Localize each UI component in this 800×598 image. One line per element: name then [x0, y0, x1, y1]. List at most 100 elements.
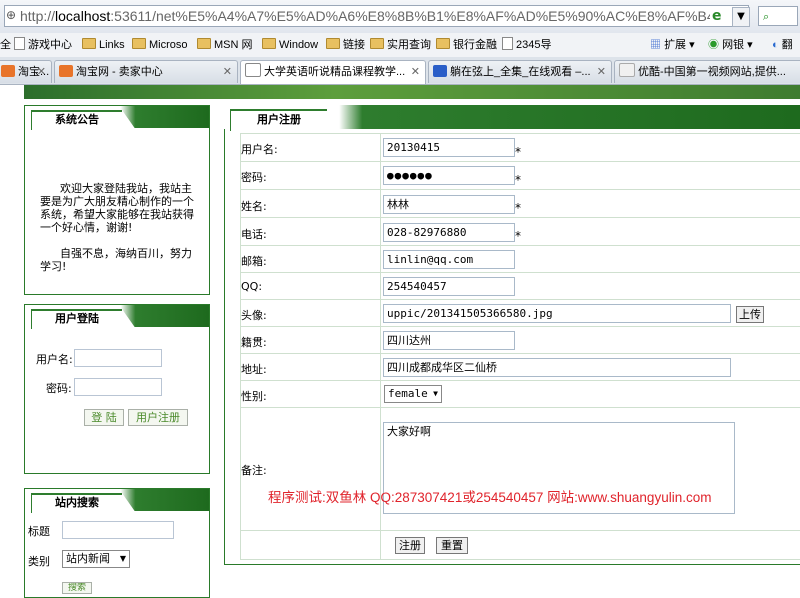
- tab-bar: 淘宝... ✕ 淘宝网 - 卖家中心 ✕ 大学英语听说精品课程教学... ✕ 躺在弦上…: [0, 57, 800, 85]
- table-row: [240, 353, 800, 354]
- bookmark-0[interactable]: 全: [0, 37, 11, 53]
- upload-button[interactable]: 上传: [736, 306, 764, 323]
- bookmark-links[interactable]: Links: [82, 37, 125, 53]
- page-icon: ⊕: [6, 8, 17, 22]
- required-mark: *: [515, 145, 521, 159]
- url-dropdown-icon[interactable]: ▼: [732, 7, 750, 27]
- search-engine-icon[interactable]: ⌕: [758, 6, 798, 26]
- search-title-input[interactable]: [62, 521, 174, 539]
- login-username-label: 用户名:: [36, 353, 73, 366]
- watermark-text: 程序测试:双鱼林 QQ:287307421或254540457 网站:www.s…: [268, 490, 712, 505]
- bookmark-game-center[interactable]: 游戏中心: [14, 37, 72, 53]
- table-row: [240, 161, 800, 162]
- table-row: [240, 530, 800, 531]
- taobao-icon: [59, 65, 73, 77]
- translate-button[interactable]: ◐ 翻: [772, 37, 793, 53]
- bookmark-query[interactable]: 实用查询: [370, 37, 431, 53]
- page-icon: [502, 37, 513, 50]
- notice-text-1: 欢迎大家登陆我站，我站主要是为广大朋友精心制作的一个系统，希望大家能够在我站获得…: [40, 182, 194, 234]
- close-icon[interactable]: ✕: [597, 61, 606, 83]
- url-text[interactable]: http://localhost:53611/net%E5%A4%A7%E5%A…: [20, 8, 710, 24]
- page-icon: [245, 63, 261, 77]
- table-row: [240, 559, 800, 560]
- folder-icon: [262, 38, 276, 49]
- bookmark-microso[interactable]: Microso: [132, 37, 188, 53]
- sohu-icon: [433, 65, 447, 77]
- table-row: [240, 326, 800, 327]
- required-mark: *: [515, 173, 521, 187]
- translate-icon: ◐: [772, 39, 779, 51]
- field-username-input[interactable]: 20130415: [383, 138, 515, 157]
- field-username-label: 用户名:: [241, 143, 278, 156]
- table-row: [240, 272, 800, 273]
- page-icon: [619, 63, 635, 77]
- table-row: [240, 407, 800, 408]
- field-email-label: 邮箱:: [241, 255, 267, 268]
- field-gender-select[interactable]: female ▼: [384, 385, 442, 403]
- chevron-down-icon: ▼: [433, 389, 438, 398]
- taobao-icon: [1, 65, 15, 77]
- bank-button[interactable]: ◉ 网银 ▾: [708, 37, 753, 53]
- shield-icon: ◉: [708, 39, 719, 51]
- bookmarks-bar: 全 游戏中心 Links Microso MSN 网 Window 链接 实用查…: [0, 33, 800, 58]
- submit-button[interactable]: 注册: [395, 537, 425, 554]
- field-hometown-label: 籍贯:: [241, 336, 267, 349]
- user-register-button[interactable]: 用户注册: [128, 409, 188, 426]
- close-icon[interactable]: ✕: [223, 61, 232, 83]
- table-row: [240, 133, 800, 134]
- login-button[interactable]: 登 陆: [84, 409, 124, 426]
- field-password-input[interactable]: ●●●●●●: [383, 166, 515, 185]
- field-hometown-input[interactable]: 四川达州: [383, 331, 515, 350]
- login-password-input[interactable]: [74, 378, 162, 396]
- folder-icon: [436, 38, 450, 49]
- login-password-label: 密码:: [46, 382, 72, 395]
- field-address-label: 地址:: [241, 363, 267, 376]
- close-icon[interactable]: ✕: [411, 61, 420, 83]
- search-title: 站内搜索: [31, 493, 136, 513]
- search-category-label: 类别: [28, 555, 50, 568]
- required-mark: *: [515, 201, 521, 215]
- extend-button[interactable]: ▦ 扩展 ▾: [650, 37, 695, 53]
- chevron-down-icon: ▼: [119, 554, 126, 563]
- field-address-input[interactable]: 四川成都成华区二仙桥: [383, 358, 731, 377]
- tab-taobao-small[interactable]: 淘宝... ✕: [0, 60, 52, 83]
- url-rest: :53611/net%E5%A4%A7%E5%AD%A6%E8%8B%B1%E8…: [110, 8, 710, 24]
- field-avatar-input[interactable]: uppic/201341505366580.jpg: [383, 304, 731, 323]
- folder-icon: [132, 38, 146, 49]
- url-prefix: http://: [20, 8, 56, 24]
- bookmark-links-cn[interactable]: 链接: [326, 37, 365, 53]
- table-row: [240, 299, 800, 300]
- bookmark-msn[interactable]: MSN 网: [197, 37, 253, 53]
- tab-youku[interactable]: 优酷-中国第一视频网站,提供...: [614, 60, 800, 83]
- bookmark-2345[interactable]: 2345导: [502, 37, 551, 53]
- tab-video[interactable]: 躺在弦上_全集_在线观看 –... ✕: [428, 60, 612, 83]
- search-button[interactable]: 搜索: [62, 582, 92, 594]
- page-icon: [14, 37, 25, 50]
- table-row: [240, 189, 800, 190]
- login-username-input[interactable]: [74, 349, 162, 367]
- table-row: [240, 380, 800, 381]
- field-avatar-label: 头像:: [241, 309, 267, 322]
- field-phone-input[interactable]: 028-82976880: [383, 223, 515, 242]
- search-category-select[interactable]: 站内新闻 ▼: [62, 550, 130, 568]
- notice-text-2: 自强不息，海纳百川，努力学习!: [40, 247, 192, 273]
- login-title: 用户登陆: [31, 309, 136, 329]
- folder-icon: [326, 38, 340, 49]
- field-name-input[interactable]: 林林: [383, 195, 515, 214]
- field-phone-label: 电话:: [241, 228, 267, 241]
- search-panel: 站内搜索: [24, 488, 210, 598]
- address-bar: ⊕ http://localhost:53611/net%E5%A4%A7%E5…: [0, 0, 800, 34]
- field-qq-input[interactable]: 254540457: [383, 277, 515, 296]
- notice-title: 系统公告: [31, 110, 136, 130]
- bookmark-window[interactable]: Window: [262, 37, 318, 53]
- field-qq-label: QQ:: [241, 280, 263, 293]
- reset-button[interactable]: 重置: [436, 537, 468, 554]
- tab-english-course[interactable]: 大学英语听说精品课程教学... ✕: [240, 60, 426, 84]
- folder-icon: [370, 38, 384, 49]
- url-host: localhost: [55, 8, 111, 24]
- field-email-input[interactable]: linlin@qq.com: [383, 250, 515, 269]
- tab-taobao-seller[interactable]: 淘宝网 - 卖家中心 ✕: [54, 60, 238, 83]
- ie-mode-icon[interactable]: e: [712, 8, 722, 24]
- bookmark-bank[interactable]: 银行金融: [436, 37, 497, 53]
- close-icon[interactable]: ✕: [37, 61, 46, 83]
